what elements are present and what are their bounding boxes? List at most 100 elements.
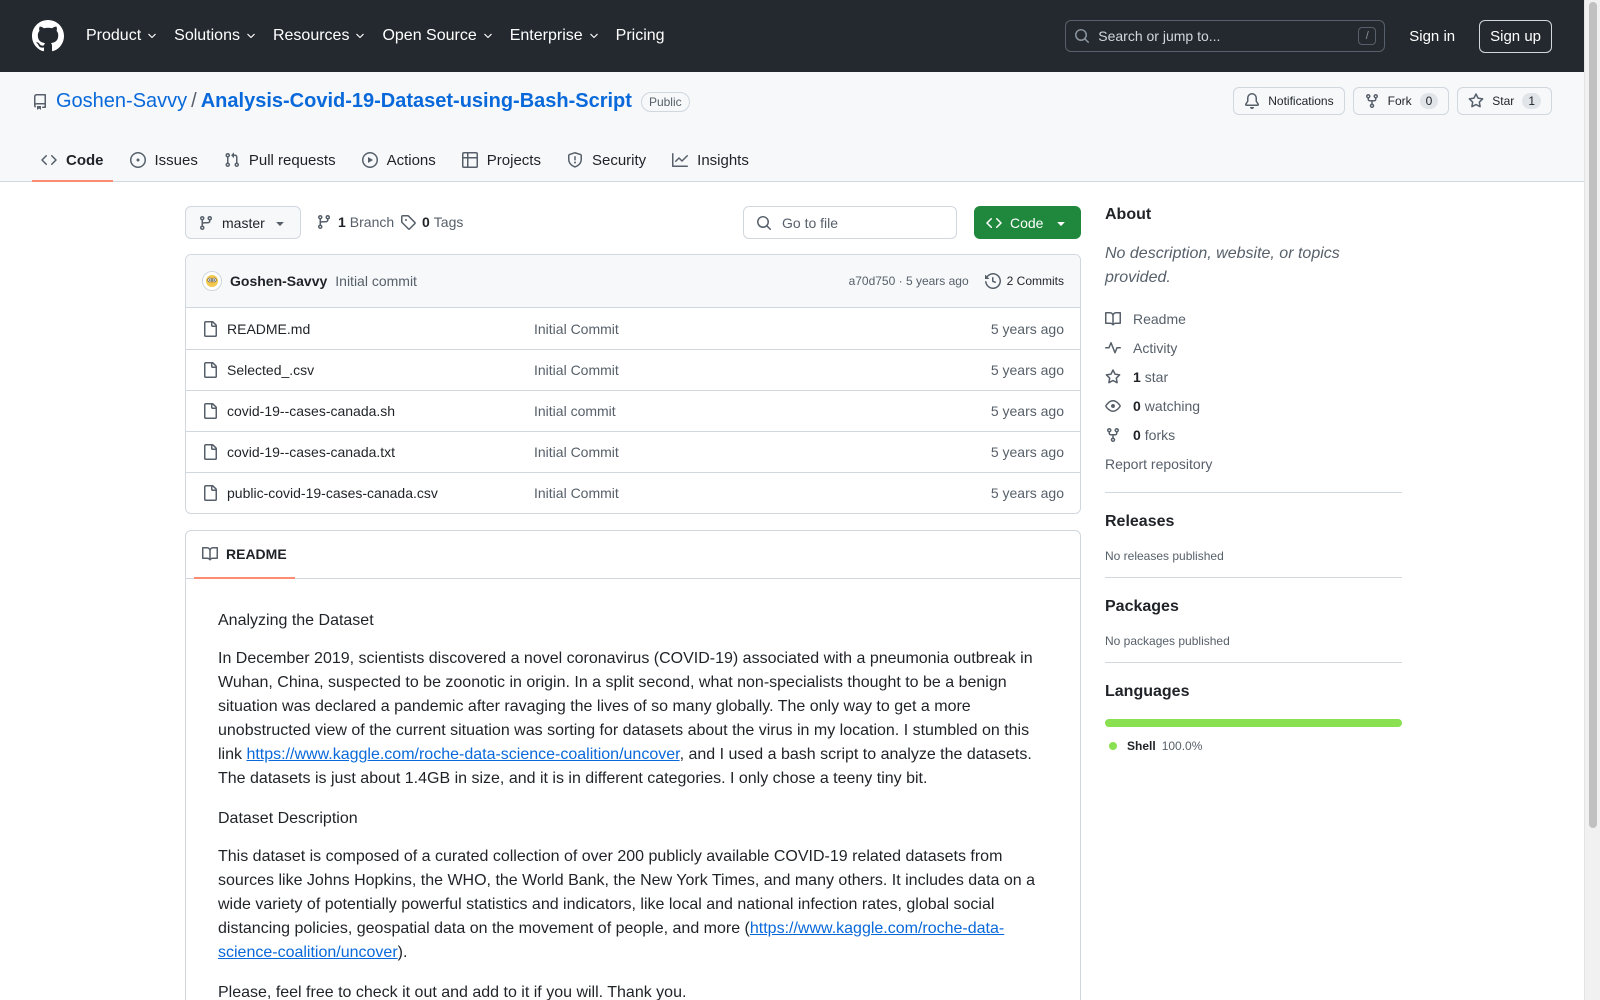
star-count: 1 bbox=[1522, 93, 1541, 109]
global-search-input[interactable]: Search or jump to... / bbox=[1065, 20, 1386, 52]
file-name-link[interactable]: public-covid-19-cases-canada.csv bbox=[227, 485, 438, 501]
nav-label: Solutions bbox=[174, 27, 240, 44]
file-row: covid-19--cases-canada.sh Initial commit 5… bbox=[186, 390, 1080, 431]
search-icon bbox=[757, 215, 772, 230]
watchers-link[interactable]: 0 watching bbox=[1105, 391, 1402, 420]
notifications-button[interactable]: Notifications bbox=[1233, 87, 1345, 115]
readme-tab[interactable]: README bbox=[194, 530, 295, 579]
github-logo-icon[interactable] bbox=[32, 20, 64, 52]
commit-message-link[interactable]: Initial commit bbox=[335, 273, 417, 289]
readme-body: Analyzing the Dataset In December 2019, … bbox=[186, 579, 1080, 1000]
watchers-link-label: watching bbox=[1144, 397, 1201, 414]
book-icon bbox=[202, 546, 218, 561]
repo-path-separator: / bbox=[191, 90, 197, 112]
readme-paragraph: In December 2019, scientists discovered … bbox=[218, 647, 1048, 791]
releases-empty-text: No releases published bbox=[1105, 549, 1224, 563]
go-to-file-input[interactable]: Go to file bbox=[743, 206, 957, 239]
repo-name-link[interactable]: Analysis-Covid-19-Dataset-using-Bash-Scr… bbox=[201, 90, 632, 113]
tags-link[interactable]: 0 Tags bbox=[400, 214, 463, 230]
nav-open-source[interactable]: Open Source bbox=[382, 21, 493, 51]
tab-security[interactable]: Security bbox=[558, 139, 655, 181]
readme-paragraph: Please, feel free to check it out and ad… bbox=[218, 984, 687, 1000]
branches-link[interactable]: 1 Branch bbox=[316, 214, 394, 230]
releases-section: Releases No releases published bbox=[1105, 492, 1402, 563]
nav-solutions[interactable]: Solutions bbox=[174, 21, 257, 51]
search-icon bbox=[1075, 29, 1090, 44]
file-icon bbox=[204, 485, 217, 501]
page-scrollbar[interactable] bbox=[1584, 0, 1600, 1000]
scrollbar-thumb[interactable] bbox=[1589, 2, 1597, 828]
file-commit-time: 5 years ago bbox=[990, 444, 1064, 460]
chevron-down-icon bbox=[247, 33, 255, 39]
tag-label: Tags bbox=[433, 214, 464, 230]
tab-actions[interactable]: Actions bbox=[353, 139, 445, 181]
table-icon bbox=[461, 152, 478, 168]
file-row: README.md Initial Commit 5 years ago bbox=[186, 308, 1080, 349]
packages-title[interactable]: Packages bbox=[1105, 598, 1402, 616]
language-item[interactable]: Shell 100.0% bbox=[1105, 739, 1402, 753]
tab-issues[interactable]: Issues bbox=[121, 139, 207, 181]
history-icon bbox=[984, 273, 1001, 289]
shield-icon bbox=[567, 152, 582, 168]
file-name-link[interactable]: covid-19--cases-canada.sh bbox=[227, 403, 395, 419]
fork-count: 0 bbox=[1419, 93, 1439, 109]
forks-count: 0 bbox=[1133, 426, 1141, 443]
forks-link-label: forks bbox=[1144, 426, 1176, 443]
forks-link[interactable]: 0 forks bbox=[1105, 420, 1402, 449]
commits-history-link[interactable]: 2 Commits bbox=[984, 273, 1064, 289]
branch-count: 1 bbox=[338, 214, 346, 230]
readme-link[interactable]: Readme bbox=[1105, 304, 1402, 333]
code-icon bbox=[986, 217, 1002, 228]
tag-icon bbox=[401, 215, 416, 230]
file-commit-message[interactable]: Initial Commit bbox=[534, 444, 991, 460]
report-repository-link[interactable]: Report repository bbox=[1105, 449, 1402, 478]
chevron-down-icon bbox=[356, 33, 365, 39]
nav-pricing[interactable]: Pricing bbox=[616, 21, 665, 51]
tab-code[interactable]: Code bbox=[32, 139, 113, 182]
tab-label: Insights bbox=[697, 151, 749, 169]
avatar[interactable] bbox=[202, 271, 222, 291]
file-name-link[interactable]: covid-19--cases-canada.txt bbox=[227, 444, 395, 460]
file-commit-message[interactable]: Initial Commit bbox=[534, 485, 991, 501]
file-name-link[interactable]: Selected_.csv bbox=[227, 362, 314, 378]
file-commit-message[interactable]: Initial Commit bbox=[534, 321, 991, 337]
commit-sha-time[interactable]: a70d750 · 5 years ago bbox=[849, 274, 969, 288]
owl-avatar-icon bbox=[206, 275, 218, 287]
stars-link[interactable]: 1 star bbox=[1105, 362, 1402, 391]
search-shortcut-key: / bbox=[1358, 27, 1377, 45]
packages-empty-text: No packages published bbox=[1105, 634, 1230, 648]
code-dropdown-button[interactable]: Code bbox=[974, 206, 1081, 239]
tab-label: Issues bbox=[154, 151, 198, 169]
fork-button[interactable]: Fork 0 bbox=[1352, 87, 1450, 115]
branch-name: master bbox=[222, 214, 265, 231]
star-button[interactable]: Star 1 bbox=[1457, 87, 1552, 115]
file-commit-message[interactable]: Initial Commit bbox=[534, 362, 991, 378]
commit-author-link[interactable]: Goshen-Savvy bbox=[230, 273, 327, 289]
nav-enterprise[interactable]: Enterprise bbox=[510, 21, 600, 51]
visibility-badge: Public bbox=[640, 91, 690, 112]
tab-insights[interactable]: Insights bbox=[663, 139, 758, 181]
repo-owner-link[interactable]: Goshen-Savvy bbox=[56, 90, 187, 113]
nav-product[interactable]: Product bbox=[86, 21, 158, 51]
file-name-link[interactable]: README.md bbox=[227, 321, 310, 337]
file-name-cell: covid-19--cases-canada.sh bbox=[202, 403, 534, 419]
latest-commit-bar: Goshen-Savvy Initial commit a70d750 · 5 … bbox=[186, 255, 1080, 308]
commits-count-label: 2 Commits bbox=[1006, 274, 1064, 288]
nav-resources[interactable]: Resources bbox=[273, 21, 366, 51]
file-commit-message[interactable]: Initial commit bbox=[534, 403, 991, 419]
releases-title[interactable]: Releases bbox=[1105, 513, 1402, 531]
tab-pull-requests[interactable]: Pull requests bbox=[215, 139, 345, 181]
file-list: Goshen-Savvy Initial commit a70d750 · 5 … bbox=[185, 254, 1081, 514]
repo-header: Goshen-Savvy / Analysis-Covid-19-Dataset… bbox=[0, 72, 1584, 182]
sign-up-button[interactable]: Sign up bbox=[1479, 19, 1552, 53]
tab-projects[interactable]: Projects bbox=[453, 139, 550, 181]
branch-selector[interactable]: master bbox=[185, 206, 301, 239]
kaggle-link[interactable]: https://www.kaggle.com/roche-data-scienc… bbox=[246, 746, 679, 763]
file-icon bbox=[204, 403, 217, 419]
file-name-cell: Selected_.csv bbox=[202, 362, 534, 378]
graph-icon bbox=[672, 153, 689, 167]
pull-request-icon bbox=[225, 152, 239, 168]
activity-link[interactable]: Activity bbox=[1105, 333, 1402, 362]
about-description: No description, website, or topics provi… bbox=[1105, 245, 1340, 286]
sign-in-link[interactable]: Sign in bbox=[1401, 22, 1463, 51]
